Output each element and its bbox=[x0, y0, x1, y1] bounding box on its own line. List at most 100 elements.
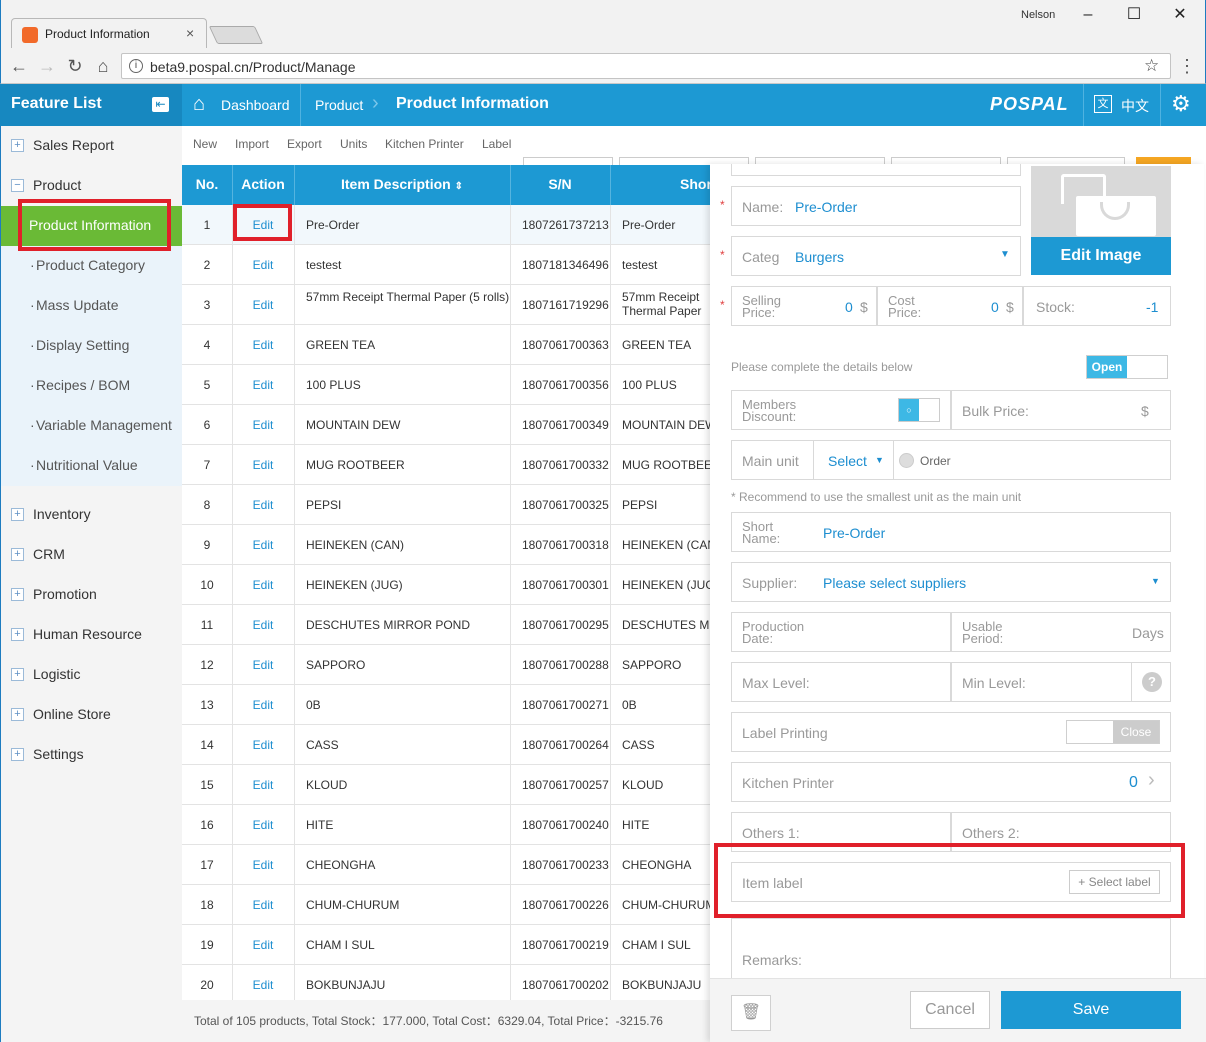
edit-link[interactable]: Edit bbox=[232, 658, 294, 672]
table-row[interactable]: 19 Edit CHAM I SUL 1807061700219 CHAM I SUL bbox=[182, 925, 710, 965]
edit-link[interactable]: Edit bbox=[232, 498, 294, 512]
sidebar-item-inventory[interactable]: + Inventory bbox=[1, 495, 182, 535]
sidebar-item-promotion[interactable]: + Promotion bbox=[1, 575, 182, 615]
table-row[interactable]: 3 Edit 57mm Receipt Thermal Paper (5 rolls… bbox=[182, 285, 710, 325]
supplier-select[interactable]: Supplier: Please select suppliers ▼ bbox=[731, 562, 1171, 602]
filter-dropdown[interactable] bbox=[523, 157, 613, 165]
sidebar-item-online-store[interactable]: + Online Store bbox=[1, 695, 182, 735]
back-icon[interactable]: ← bbox=[7, 54, 31, 78]
home-outline-icon[interactable]: ⌂ bbox=[193, 93, 205, 116]
kitchen-printer-button[interactable]: Kitchen Printer bbox=[385, 137, 464, 151]
edit-link[interactable]: Edit bbox=[232, 818, 294, 832]
edit-link[interactable]: Edit bbox=[232, 458, 294, 472]
table-row[interactable]: 11 Edit DESCHUTES MIRROR POND 1807061700295… bbox=[182, 605, 710, 645]
table-row[interactable]: 8 Edit PEPSI 1807061700325 PEPSI bbox=[182, 485, 710, 525]
home-icon[interactable]: ⌂ bbox=[91, 54, 115, 78]
import-button[interactable]: Import bbox=[235, 137, 269, 151]
units-button[interactable]: Units bbox=[340, 137, 367, 151]
edit-link[interactable]: Edit bbox=[232, 938, 294, 952]
table-row[interactable]: 9 Edit HEINEKEN (CAN) 1807061700318 HEINEKEN… bbox=[182, 525, 710, 565]
name-field[interactable]: Name: Pre-Order bbox=[731, 186, 1021, 226]
members-discount-toggle[interactable]: ○ bbox=[898, 398, 940, 422]
sort-icon[interactable]: ⇕ bbox=[455, 181, 463, 192]
sidebar-sub-variable-management[interactable]: · Variable Management bbox=[1, 406, 182, 446]
table-row[interactable]: 15 Edit KLOUD 1807061700257 KLOUD bbox=[182, 765, 710, 805]
settings-gear-icon[interactable]: ⚙ bbox=[1171, 91, 1191, 117]
edit-link[interactable]: Edit bbox=[232, 578, 294, 592]
breadcrumb-product[interactable]: Product bbox=[315, 97, 363, 113]
breadcrumb-dashboard[interactable]: Dashboard bbox=[221, 97, 290, 113]
close-window-icon[interactable]: ✕ bbox=[1167, 4, 1193, 26]
sidebar-item-logistic[interactable]: + Logistic bbox=[1, 655, 182, 695]
edit-link[interactable]: Edit bbox=[232, 378, 294, 392]
order-radio[interactable] bbox=[899, 453, 914, 468]
forward-icon[interactable]: → bbox=[35, 54, 59, 78]
edit-link[interactable]: Edit bbox=[232, 858, 294, 872]
reload-icon[interactable]: ↻ bbox=[63, 54, 87, 78]
stock-field[interactable]: Stock: -1 bbox=[1023, 286, 1171, 326]
edit-link[interactable]: Edit bbox=[232, 738, 294, 752]
sidebar-item-crm[interactable]: + CRM bbox=[1, 535, 182, 575]
kitchen-printer-row[interactable]: Kitchen Printer 0 › bbox=[731, 762, 1171, 802]
column-item-description[interactable]: Item Description ⇕ bbox=[294, 176, 510, 192]
table-row[interactable]: 17 Edit CHEONGHA 1807061700233 CHEONGHA bbox=[182, 845, 710, 885]
edit-link[interactable]: Edit bbox=[232, 898, 294, 912]
maximize-icon[interactable]: ☐ bbox=[1121, 4, 1147, 26]
sidebar-sub-product-category[interactable]: · Product Category bbox=[1, 246, 182, 286]
main-unit-select[interactable]: Select bbox=[828, 453, 867, 469]
sidebar-sub-recipes-bom[interactable]: · Recipes / BOM bbox=[1, 366, 182, 406]
label-button[interactable]: Label bbox=[482, 137, 511, 151]
edit-link[interactable]: Edit bbox=[232, 538, 294, 552]
new-tab-button[interactable] bbox=[208, 26, 264, 44]
short-name-field[interactable]: Short Name: Pre-Order bbox=[731, 512, 1171, 552]
sidebar-sub-display-setting[interactable]: · Display Setting bbox=[1, 326, 182, 366]
language-icon[interactable]: 文 bbox=[1094, 95, 1112, 113]
edit-link[interactable]: Edit bbox=[232, 298, 294, 312]
help-question-icon[interactable]: ? bbox=[1142, 672, 1162, 692]
table-row[interactable]: 10 Edit HEINEKEN (JUG) 1807061700301 HEINEKE… bbox=[182, 565, 710, 605]
collapse-sidebar-icon[interactable]: ⇤ bbox=[152, 97, 169, 112]
table-row[interactable]: 14 Edit CASS 1807061700264 CASS bbox=[182, 725, 710, 765]
profile-name[interactable]: Nelson bbox=[1021, 9, 1055, 21]
edit-link[interactable]: Edit bbox=[232, 618, 294, 632]
table-row[interactable]: 4 Edit GREEN TEA 1807061700363 GREEN TEA bbox=[182, 325, 710, 365]
production-date-field[interactable]: Production Date: bbox=[731, 612, 951, 652]
edit-link[interactable]: Edit bbox=[232, 338, 294, 352]
table-row[interactable]: 6 Edit MOUNTAIN DEW 1807061700349 MOUNTAIN D… bbox=[182, 405, 710, 445]
table-row[interactable]: 7 Edit MUG ROOTBEER 1807061700332 MUG ROOTBE… bbox=[182, 445, 710, 485]
browser-tab[interactable]: Product Information × bbox=[11, 18, 207, 48]
sidebar-sub-mass-update[interactable]: · Mass Update bbox=[1, 286, 182, 326]
bulk-price-field[interactable]: Bulk Price: $ bbox=[951, 390, 1171, 430]
table-row[interactable]: 5 Edit 100 PLUS 1807061700356 100 PLUS bbox=[182, 365, 710, 405]
usable-period-field[interactable]: Usable Period: Days bbox=[951, 612, 1171, 652]
export-button[interactable]: Export bbox=[287, 137, 322, 151]
info-icon[interactable]: i bbox=[129, 59, 143, 73]
cancel-button[interactable]: Cancel bbox=[910, 991, 990, 1029]
edit-image-button[interactable]: Edit Image bbox=[1031, 166, 1171, 275]
table-row[interactable]: 13 Edit 0B 1807061700271 0B bbox=[182, 685, 710, 725]
delete-trash-icon[interactable]: 🗑 bbox=[731, 995, 771, 1031]
edit-link[interactable]: Edit bbox=[232, 778, 294, 792]
url-bar[interactable]: i beta9.pospal.cn/Product/Manage ☆ bbox=[121, 53, 1171, 79]
table-row[interactable]: 20 Edit BOKBUNJAJU 1807061700202 BOKBUNJAJU bbox=[182, 965, 710, 1005]
sidebar-item-settings[interactable]: + Settings bbox=[1, 735, 182, 775]
edit-link[interactable]: Edit bbox=[232, 698, 294, 712]
edit-link[interactable]: Edit bbox=[232, 978, 294, 992]
tab-close-icon[interactable]: × bbox=[186, 25, 194, 41]
column-no[interactable]: No. bbox=[182, 176, 232, 192]
table-row[interactable]: 12 Edit SAPPORO 1807061700288 SAPPORO bbox=[182, 645, 710, 685]
edit-link[interactable]: Edit bbox=[232, 258, 294, 272]
sidebar-item-human-resource[interactable]: + Human Resource bbox=[1, 615, 182, 655]
min-level-field[interactable]: Min Level: ? bbox=[951, 662, 1171, 702]
table-row[interactable]: 16 Edit HITE 1807061700240 HITE bbox=[182, 805, 710, 845]
edit-link[interactable]: Edit bbox=[232, 418, 294, 432]
table-row[interactable]: 18 Edit CHUM-CHURUM 1807061700226 CHUM-CHURU… bbox=[182, 885, 710, 925]
label-printing-toggle[interactable]: Close bbox=[1066, 720, 1160, 744]
max-level-field[interactable]: Max Level: bbox=[731, 662, 951, 702]
sidebar-item-sales-report[interactable]: + Sales Report bbox=[1, 126, 182, 166]
selling-price-field[interactable]: Selling Price: 0 $ bbox=[731, 286, 877, 326]
save-button[interactable]: Save bbox=[1001, 991, 1181, 1029]
new-button[interactable]: New bbox=[193, 137, 217, 151]
minimize-icon[interactable]: – bbox=[1075, 4, 1101, 26]
menu-kebab-icon[interactable]: ⋮ bbox=[1175, 54, 1199, 78]
